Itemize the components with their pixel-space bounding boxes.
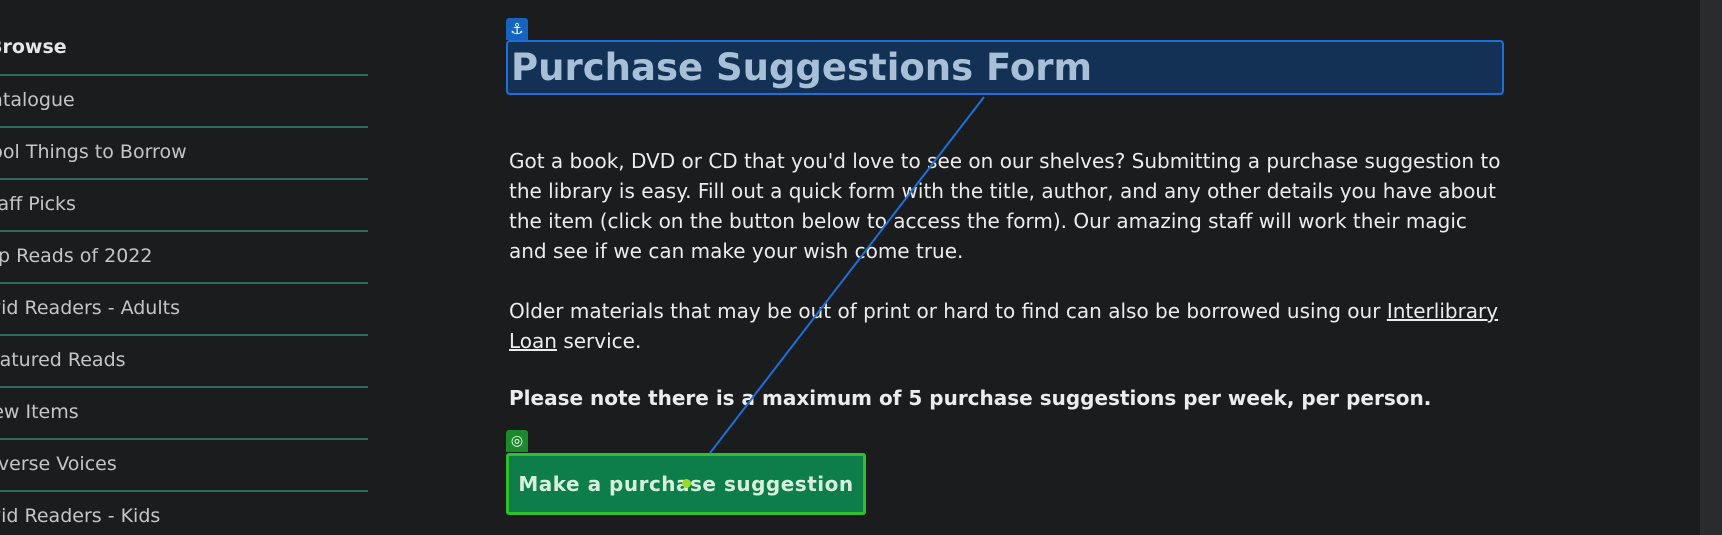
sidebar-item-staff-picks[interactable]: Staff Picks xyxy=(0,178,368,230)
sidebar-item-diverse-voices[interactable]: Diverse Voices xyxy=(0,438,368,490)
interlibrary-text-prefix: Older materials that may be out of print… xyxy=(509,299,1387,323)
sidebar-list: Catalogue Cool Things to Borrow Staff Pi… xyxy=(0,74,368,535)
sidebar: Browse Catalogue Cool Things to Borrow S… xyxy=(0,0,368,535)
sidebar-item-label[interactable]: Staff Picks xyxy=(0,193,76,215)
sidebar-item-label[interactable]: Catalogue xyxy=(0,89,75,111)
intro-paragraph: Got a book, DVD or CD that you'd love to… xyxy=(509,149,1501,263)
page: Browse Catalogue Cool Things to Borrow S… xyxy=(0,0,1722,535)
sidebar-item-label[interactable]: Avid Readers - Kids xyxy=(0,505,160,527)
interlibrary-text-suffix: service. xyxy=(556,329,642,353)
sidebar-item-avid-readers-adults[interactable]: Avid Readers - Adults xyxy=(0,282,368,334)
sidebar-item-new-items[interactable]: New Items xyxy=(0,386,368,438)
sidebar-item-top-reads-2022[interactable]: Top Reads of 2022 xyxy=(0,230,368,282)
sidebar-item-label[interactable]: Featured Reads xyxy=(0,349,126,371)
sidebar-item-label[interactable]: Diverse Voices xyxy=(0,453,117,475)
sidebar-item-featured-reads[interactable]: Featured Reads xyxy=(0,334,368,386)
sidebar-item-label[interactable]: Top Reads of 2022 xyxy=(0,245,153,267)
interlibrary-paragraph: Older materials that may be out of print… xyxy=(509,296,1509,356)
sidebar-item-label[interactable]: New Items xyxy=(0,401,79,423)
target-icon: ◎ xyxy=(506,430,528,452)
anchor-icon: ⚓ xyxy=(506,18,528,40)
page-title-highlight: Purchase Suggestions Form xyxy=(506,40,1504,95)
sidebar-item-label[interactable]: Cool Things to Borrow xyxy=(0,141,187,163)
sidebar-item-avid-readers-kids[interactable]: Avid Readers - Kids xyxy=(0,490,368,535)
limit-note: Please note there is a maximum of 5 purc… xyxy=(509,386,1432,410)
page-title: Purchase Suggestions Form xyxy=(511,46,1093,89)
sidebar-heading: Browse xyxy=(0,36,67,58)
sidebar-item-cool-things-to-borrow[interactable]: Cool Things to Borrow xyxy=(0,126,368,178)
sidebar-item-label[interactable]: Avid Readers - Adults xyxy=(0,297,180,319)
cursor-dot xyxy=(682,479,691,488)
sidebar-item-catalogue[interactable]: Catalogue xyxy=(0,74,368,126)
scrollbar[interactable] xyxy=(1700,0,1722,535)
